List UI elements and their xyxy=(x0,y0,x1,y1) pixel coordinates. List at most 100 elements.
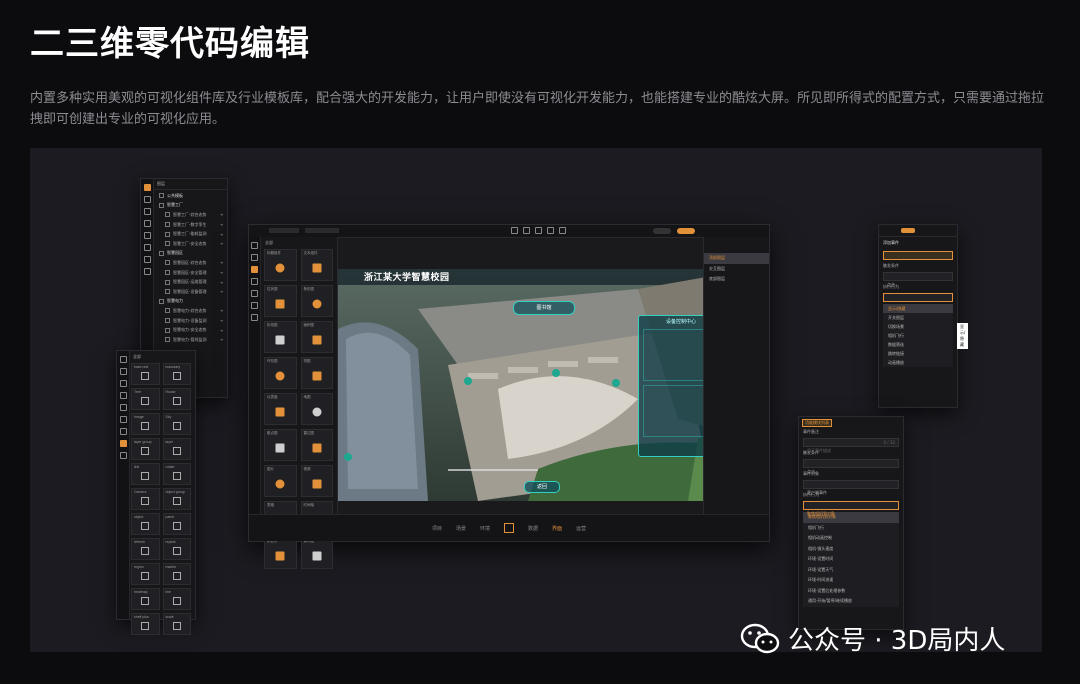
apply-icon[interactable]: ⇥ xyxy=(220,318,223,323)
chart-icon[interactable] xyxy=(119,380,127,387)
component-card[interactable]: 环形图 xyxy=(264,357,297,389)
checkbox-icon[interactable] xyxy=(165,222,170,228)
model-card[interactable]: object group xyxy=(162,488,191,510)
model-card[interactable]: region xyxy=(131,563,160,585)
bottom-tab[interactable]: 场景 xyxy=(456,525,466,532)
model-card[interactable]: Image xyxy=(131,413,160,435)
component-icon[interactable] xyxy=(119,440,127,447)
apply-icon[interactable]: ⇥ xyxy=(220,222,223,227)
component-card[interactable]: 散点图 xyxy=(264,429,297,461)
tree-item[interactable]: 智慧工厂-安全态势 ⇥ xyxy=(153,239,227,249)
tree-item[interactable]: 智慧园区-安全管理 ⇥ xyxy=(153,268,227,278)
bottom-tab[interactable]: 项目 xyxy=(432,525,442,532)
building-label[interactable]: 图书馆 xyxy=(513,301,575,315)
settings-icon[interactable] xyxy=(143,244,151,251)
action-option[interactable]: 数据筛选 xyxy=(883,340,953,349)
tree-item[interactable]: 智慧园区-运维管理 ⇥ xyxy=(153,277,227,287)
component-card[interactable]: 视频 xyxy=(300,465,333,497)
chart-icon[interactable] xyxy=(143,208,151,215)
checkbox-icon[interactable] xyxy=(159,193,164,199)
layer-item[interactable]: 顶部图层 xyxy=(704,253,769,264)
component-card[interactable]: 柱状图 xyxy=(264,285,297,317)
action-option[interactable]: 相机飞行 xyxy=(803,523,899,534)
layers-icon[interactable] xyxy=(143,184,151,191)
action-option[interactable]: 切换场景 xyxy=(883,322,953,331)
bottom-tab[interactable]: 界面 xyxy=(552,525,562,532)
component-card[interactable]: 面积图 xyxy=(300,321,333,353)
action-option[interactable]: 相机动画控制 xyxy=(803,533,899,544)
component-filter[interactable]: 全部 xyxy=(265,240,273,246)
checkbox-icon[interactable] xyxy=(165,279,170,285)
checkbox-icon[interactable] xyxy=(165,289,170,295)
map-icon[interactable] xyxy=(119,404,127,411)
run-toggle[interactable] xyxy=(901,228,915,233)
layer-item[interactable]: 底部图层 xyxy=(704,274,769,285)
layers-icon[interactable] xyxy=(119,356,127,363)
action-option[interactable]: 环境·设置后处理参数 xyxy=(803,586,899,597)
preview-toggle[interactable] xyxy=(653,228,671,234)
move-icon[interactable] xyxy=(535,227,542,234)
home-icon[interactable] xyxy=(504,523,514,533)
action-select[interactable]: 聚焦相机到对象 xyxy=(803,501,899,516)
tree-item[interactable]: 智慧电力-设备监测 ⇥ xyxy=(153,316,227,326)
model-card[interactable]: base unit xyxy=(131,363,160,385)
link-icon[interactable] xyxy=(143,256,151,263)
action-option[interactable]: 环境·设置天气 xyxy=(803,565,899,576)
model-card[interactable]: line xyxy=(162,588,191,610)
apply-icon[interactable]: ⇥ xyxy=(220,270,223,275)
apply-icon[interactable]: ⇥ xyxy=(220,308,223,313)
model-card[interactable]: layer xyxy=(162,438,191,460)
tree-item[interactable]: 智慧工厂-数字孪生 ⇥ xyxy=(153,220,227,230)
tree-item[interactable]: 智慧工厂-综合态势 ⇥ xyxy=(153,210,227,220)
checkbox-icon[interactable] xyxy=(159,202,164,208)
model-card[interactable]: House xyxy=(162,388,191,410)
user-icon[interactable] xyxy=(143,268,151,275)
component-card[interactable]: 雷达图 xyxy=(300,429,333,461)
tree-item[interactable]: 智慧工厂-能耗监测 ⇥ xyxy=(153,229,227,239)
model-icon[interactable] xyxy=(143,196,151,203)
action-select[interactable] xyxy=(883,293,953,302)
action-option[interactable]: 动画播放 xyxy=(883,358,953,367)
checkbox-icon[interactable] xyxy=(159,298,164,304)
component-card[interactable]: 地图 xyxy=(300,393,333,425)
checkbox-icon[interactable] xyxy=(165,241,170,247)
action-option[interactable]: 环境·时间流速 xyxy=(803,575,899,586)
model-card[interactable]: link xyxy=(131,463,160,485)
redo-icon[interactable] xyxy=(523,227,530,234)
model-card[interactable]: refresh xyxy=(131,538,160,560)
component-card[interactable]: 折线图 xyxy=(264,321,297,353)
back-button[interactable]: 返回 xyxy=(524,481,560,493)
tree-item[interactable]: 智慧电力 xyxy=(153,297,227,307)
marker-icon[interactable] xyxy=(344,453,352,461)
settings-icon[interactable] xyxy=(119,416,127,423)
bottom-tab[interactable]: 运营 xyxy=(576,525,586,532)
component-card[interactable]: 颜色块 xyxy=(264,537,297,569)
event-note-input[interactable]: 用于事件描述 0 / 32 xyxy=(803,438,899,453)
action-option[interactable]: 通用·开始/暂停/继续播放 xyxy=(803,596,899,607)
tree-item[interactable]: 公共模板 xyxy=(153,191,227,201)
model-card[interactable]: repeat xyxy=(162,538,191,560)
settings-icon[interactable] xyxy=(251,302,258,309)
action-option[interactable]: 相机飞行 xyxy=(883,331,953,340)
checkbox-icon[interactable] xyxy=(159,250,164,256)
checkbox-icon[interactable] xyxy=(165,212,170,218)
component-card[interactable]: 条形图 xyxy=(300,285,333,317)
apply-icon[interactable]: ⇥ xyxy=(220,212,223,217)
checkbox-icon[interactable] xyxy=(165,337,170,343)
model-panel-filter[interactable]: 全部 xyxy=(133,354,141,360)
model-icon[interactable] xyxy=(251,254,258,261)
action-option[interactable]: 环境·设置时间 xyxy=(803,554,899,565)
tree-item[interactable]: 智慧工厂 xyxy=(153,201,227,211)
component-card[interactable]: 饼图 xyxy=(300,357,333,389)
tree-item[interactable]: 智慧园区 xyxy=(153,249,227,259)
link-icon[interactable] xyxy=(251,314,258,321)
apply-icon[interactable]: ⇥ xyxy=(220,328,223,333)
apply-icon[interactable]: ⇥ xyxy=(220,289,223,294)
component-card[interactable]: 文本组件 xyxy=(300,249,333,281)
grid-icon[interactable] xyxy=(251,278,258,285)
checkbox-icon[interactable] xyxy=(165,260,170,266)
action-option[interactable]: 开关图层 xyxy=(883,313,953,322)
component-card[interactable]: 标题组件 xyxy=(264,249,297,281)
action-option[interactable]: 跳转链接 xyxy=(883,349,953,358)
link-icon[interactable] xyxy=(119,428,127,435)
